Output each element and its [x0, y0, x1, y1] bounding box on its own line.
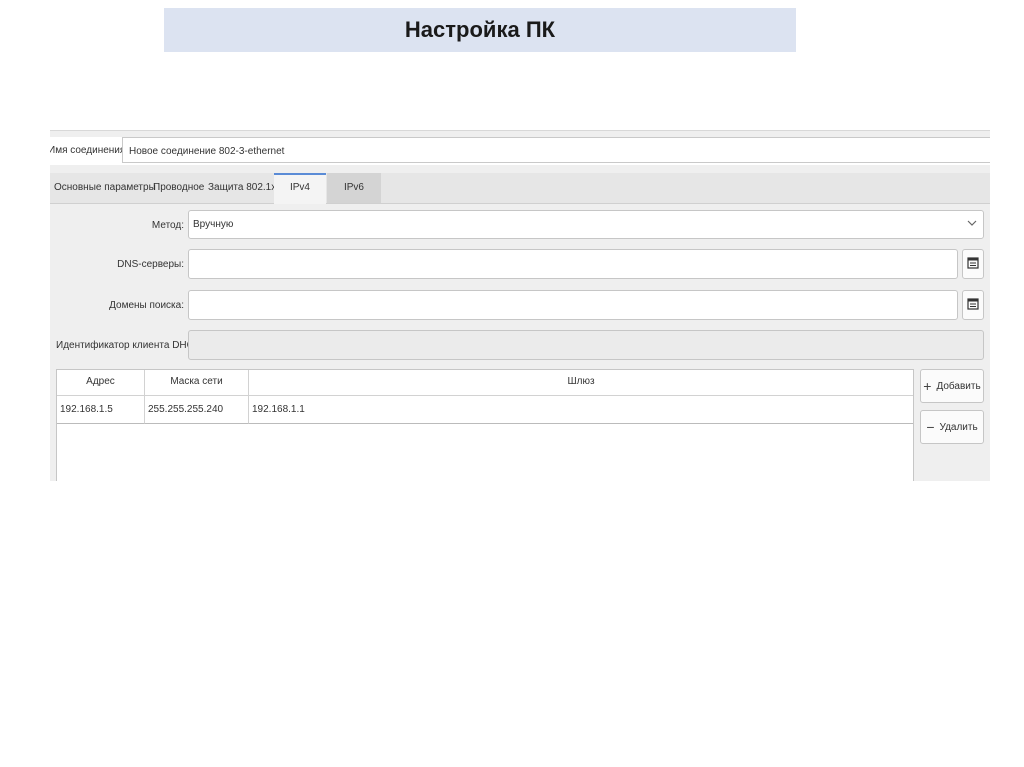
connection-editor-dialog: Имя соединения: Новое соединение 802-3-e…: [50, 130, 990, 481]
connection-name-label: Имя соединения:: [50, 145, 129, 156]
cell-gateway[interactable]: 192.168.1.1: [249, 396, 913, 424]
column-header-gateway[interactable]: Шлюз: [249, 370, 913, 396]
add-address-label: Добавить: [936, 380, 981, 392]
search-domains-list-edit-button[interactable]: [962, 290, 984, 320]
add-address-button[interactable]: + Добавить: [920, 369, 984, 403]
search-domains-input[interactable]: [188, 290, 958, 320]
connection-name-row: Имя соединения: Новое соединение 802-3-e…: [50, 137, 990, 165]
dns-servers-input[interactable]: [188, 249, 958, 279]
tab-ipv6[interactable]: IPv6: [327, 173, 381, 203]
tab-bar: Основные параметры Проводное Защита 802.…: [50, 173, 990, 204]
tab-8021x-security[interactable]: Защита 802.1x: [208, 173, 276, 203]
cell-netmask[interactable]: 255.255.255.240: [145, 396, 249, 424]
dhcp-client-id-input[interactable]: [188, 330, 984, 360]
dns-list-edit-button[interactable]: [962, 249, 984, 279]
dhcp-client-id-label: Идентификатор клиента DHCP:: [56, 340, 204, 351]
plus-icon: +: [923, 378, 932, 394]
tab-ipv4[interactable]: IPv4: [274, 173, 326, 204]
column-header-netmask[interactable]: Маска сети: [145, 370, 249, 396]
search-domains-label: Домены поиска:: [109, 300, 184, 311]
column-header-address[interactable]: Адрес: [57, 370, 145, 396]
method-value: Вручную: [193, 219, 234, 230]
method-label: Метод:: [151, 220, 184, 231]
cell-address[interactable]: 192.168.1.5: [57, 396, 145, 424]
address-table[interactable]: Адрес Маска сети Шлюз 192.168.1.5 255.25…: [56, 369, 914, 481]
list-edit-icon: [967, 297, 979, 313]
chevron-down-icon: [967, 218, 977, 230]
minus-icon: −: [926, 419, 935, 435]
list-edit-icon: [967, 256, 979, 272]
method-select[interactable]: Вручную: [188, 210, 984, 239]
slide-title: Настройка ПК: [164, 8, 796, 52]
dns-servers-label: DNS-серверы:: [117, 259, 184, 270]
tab-general[interactable]: Основные параметры: [54, 173, 156, 203]
tab-wired[interactable]: Проводное: [153, 173, 204, 203]
connection-name-input[interactable]: Новое соединение 802-3-ethernet: [122, 137, 990, 163]
remove-address-label: Удалить: [939, 421, 978, 433]
remove-address-button[interactable]: − Удалить: [920, 410, 984, 444]
